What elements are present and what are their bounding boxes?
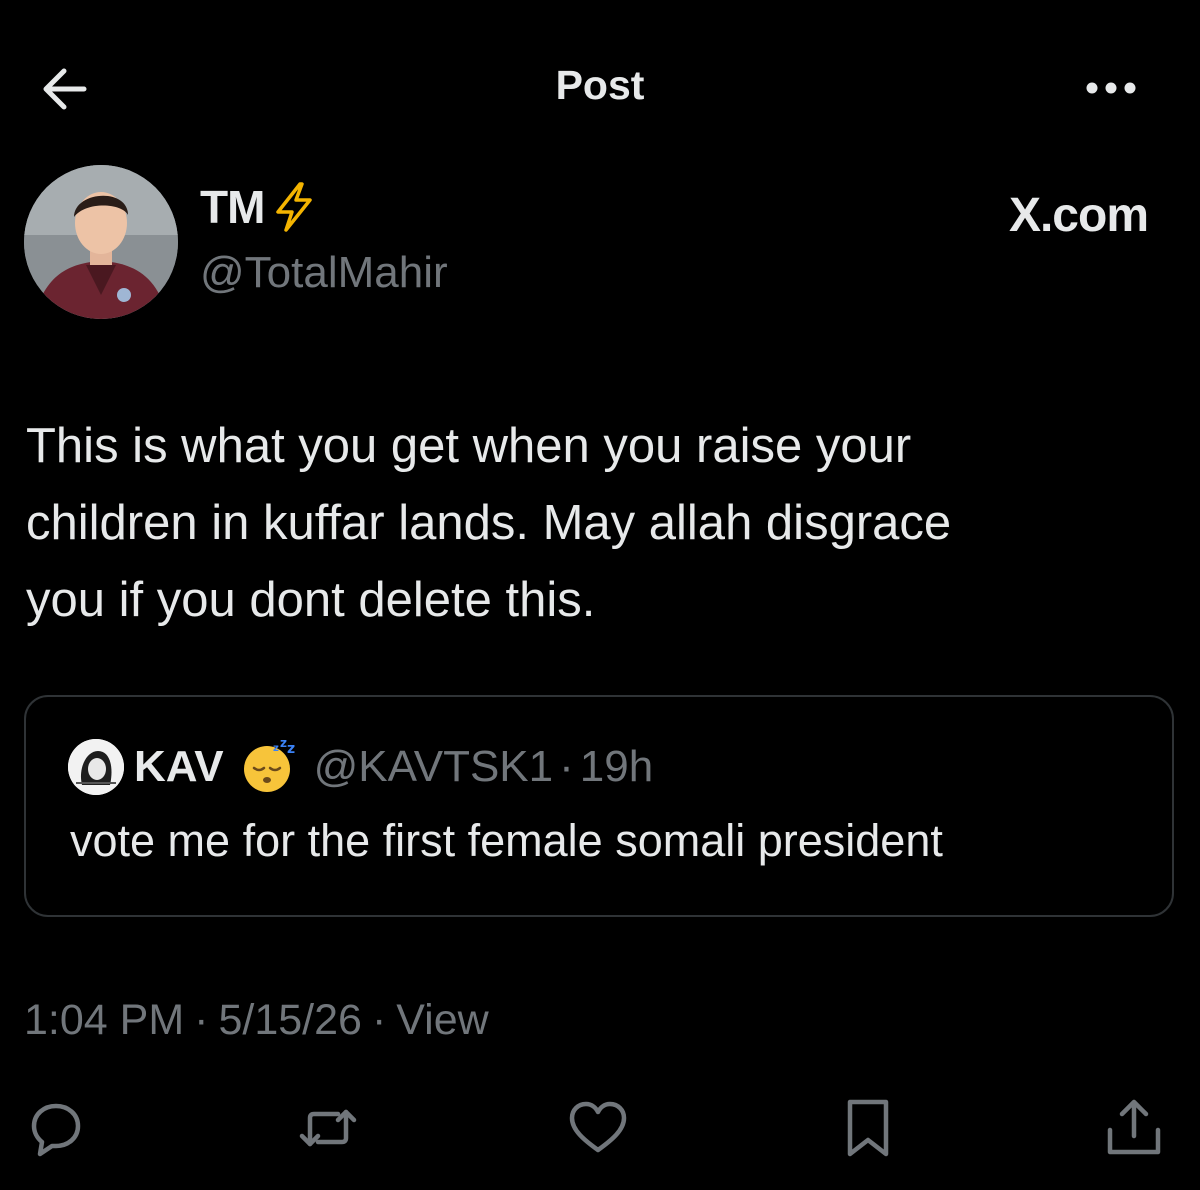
quote-author-name[interactable]: KAV (134, 742, 224, 792)
post-text: This is what you get when you raise your… (26, 419, 952, 627)
post-meta: 1:04 PM · 5/15/26 · View (24, 996, 489, 1045)
quote-timestamp: 19h (579, 742, 654, 791)
heart-icon (569, 1101, 627, 1153)
sleeping-face-emoji: z z z (243, 739, 295, 792)
author-avatar[interactable] (24, 165, 178, 319)
quote-text: vote me for the first female somali pres… (70, 815, 943, 866)
source-brand: X.com (1008, 189, 1149, 242)
share-icon (1107, 1099, 1161, 1155)
quote-separator: · (559, 742, 574, 791)
avatar-sketch (68, 739, 124, 795)
post-time: 1:04 PM (24, 996, 185, 1044)
svg-text:z: z (280, 739, 287, 750)
quote-author-avatar[interactable] (68, 739, 124, 795)
like-button[interactable] (566, 1096, 630, 1160)
author-name-row: TM (200, 180, 316, 234)
repost-icon (299, 1109, 357, 1147)
author-name[interactable]: TM (200, 180, 265, 234)
views-link[interactable]: View (396, 996, 488, 1044)
avatar-portrait (24, 165, 178, 319)
more-options-button[interactable] (1082, 68, 1142, 108)
more-horizontal-icon (1086, 82, 1136, 94)
quote-author-handle[interactable]: @KAVTSK1 (314, 742, 554, 792)
author-handle[interactable]: @TotalMahir (200, 248, 448, 298)
lightning-bolt-icon (276, 182, 313, 232)
repost-button[interactable] (296, 1096, 360, 1160)
quote-header: KAV z z z @KAVTSK1 · 19h (134, 739, 653, 795)
svg-text:z: z (287, 741, 295, 757)
share-button[interactable] (1102, 1096, 1166, 1160)
reply-icon (31, 1103, 81, 1157)
page-title: Post (555, 62, 645, 108)
bookmark-icon (847, 1099, 889, 1157)
quoted-post-card[interactable]: KAV z z z @KAVTSK1 · 19h vote me for the… (24, 695, 1174, 917)
meta-separator: · (194, 996, 209, 1044)
meta-separator: · (371, 996, 387, 1044)
post-date: 5/15/26 (218, 996, 362, 1044)
reply-button[interactable] (24, 1096, 88, 1160)
svg-text:z: z (273, 743, 279, 754)
bookmark-button[interactable] (836, 1096, 900, 1160)
